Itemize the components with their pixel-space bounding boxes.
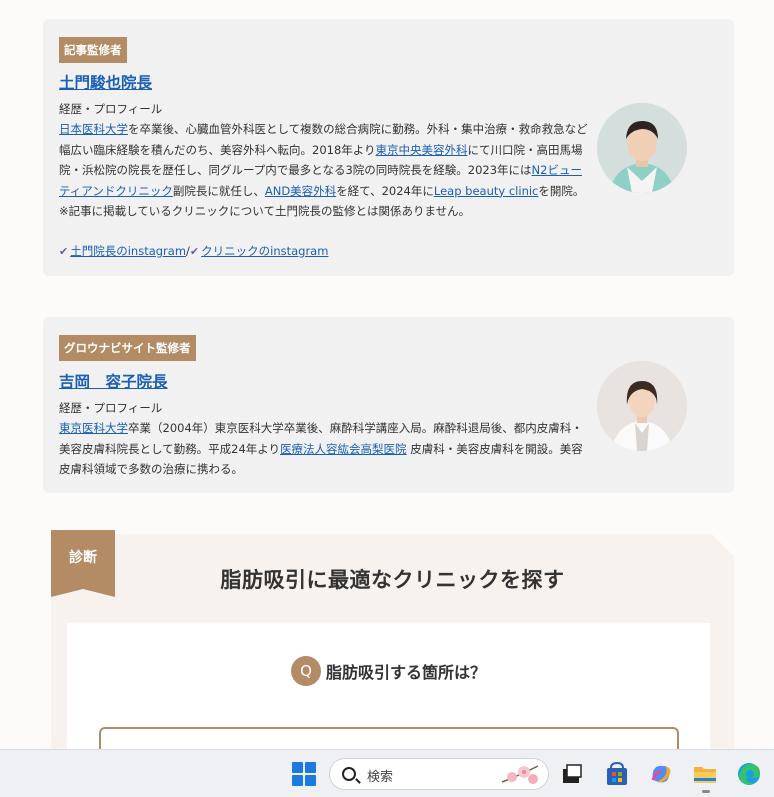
doctor-name-link[interactable]: 吉岡 容子院長	[59, 370, 168, 392]
doctor-photo-avatar	[597, 103, 687, 193]
taskbar-search-box[interactable]: 検索	[329, 758, 549, 790]
bio-segment: を開院。	[538, 183, 585, 198]
file-explorer-icon[interactable]	[691, 760, 719, 788]
doctor-bio: 日本医科大学を卒業後、心臓血管外科医として複数の総合病院に勤務。外科・集中治療・…	[59, 119, 589, 222]
supervisor-tag: 記事監修者	[59, 37, 127, 63]
bio-link[interactable]: 日本医科大学	[59, 122, 128, 136]
supervisor-tag: グロウナビサイト監修者	[59, 335, 196, 361]
bio-text: 日本医科大学を卒業後、心臓血管外科医として複数の総合病院に勤務。外科・集中治療・…	[59, 122, 588, 198]
bio-link[interactable]: 東京中央美容外科	[376, 143, 468, 157]
store-icon[interactable]	[603, 760, 631, 788]
disclaimer-note: ※記事に掲載しているクリニックについて土門院長の監修とは関係ありません。	[59, 204, 471, 218]
supervisor-card-domon: 記事監修者 土門駿也院長 経歴・プロフィール 日本医科大学を卒業後、心臓血管外科…	[43, 19, 734, 276]
question-badge: Q	[290, 656, 321, 686]
diagnosis-title: 脂肪吸引に最適なクリニックを探す	[220, 568, 565, 592]
clinic-instagram-link[interactable]: クリニックのinstagram	[201, 244, 328, 258]
windows-start-icon[interactable]	[292, 762, 316, 786]
task-view-icon[interactable]	[558, 760, 586, 788]
edge-icon[interactable]	[735, 760, 763, 788]
supervisor-card-yoshioka: グロウナビサイト監修者 吉岡 容子院長 経歴・プロフィール 東京医科大学卒業（2…	[43, 317, 734, 493]
question-text: 脂肪吸引する箇所は？	[325, 663, 486, 682]
check-icon: ✔	[189, 245, 200, 258]
sns-links: ✔ 土門院長のinstagram/✔ クリニックのinstagram	[59, 243, 328, 259]
doctor-instagram-link[interactable]: 土門院長のinstagram	[70, 244, 186, 258]
cherry-blossom-icon	[501, 765, 539, 784]
windows-taskbar: 検索	[0, 749, 774, 797]
copilot-icon[interactable]	[647, 760, 675, 788]
corner-fold	[712, 534, 734, 556]
check-icon: ✔	[59, 245, 69, 258]
question-row: Q 脂肪吸引する箇所は？	[67, 656, 710, 686]
doctor-name-link[interactable]: 土門駿也院長	[59, 71, 152, 93]
doctor-bio: 東京医科大学卒業（2004年）東京医科大学卒業後、麻酔科学講座入局。麻酔科退局後…	[59, 418, 589, 480]
bio-link[interactable]: 東京医科大学	[59, 421, 128, 435]
bio-link[interactable]: Leap beauty clinic	[434, 184, 538, 198]
doctor-photo-avatar	[597, 361, 687, 451]
search-icon	[342, 767, 356, 781]
bio-link[interactable]: 医療法人容紘会高梨医院	[280, 442, 407, 456]
profile-label: 経歴・プロフィール	[59, 401, 163, 415]
bio-segment: 副院長に就任し、	[172, 183, 265, 198]
bio-segment: を経て、2024年に	[336, 183, 434, 198]
bio-text: 東京医科大学卒業（2004年）東京医科大学卒業後、麻酔科学講座入局。麻酔科退局後…	[59, 421, 583, 476]
active-app-indicator	[702, 790, 710, 793]
bio-link[interactable]: AND美容外科	[265, 184, 336, 198]
search-placeholder: 検索	[367, 770, 394, 785]
profile-label: 経歴・プロフィール	[59, 102, 163, 116]
